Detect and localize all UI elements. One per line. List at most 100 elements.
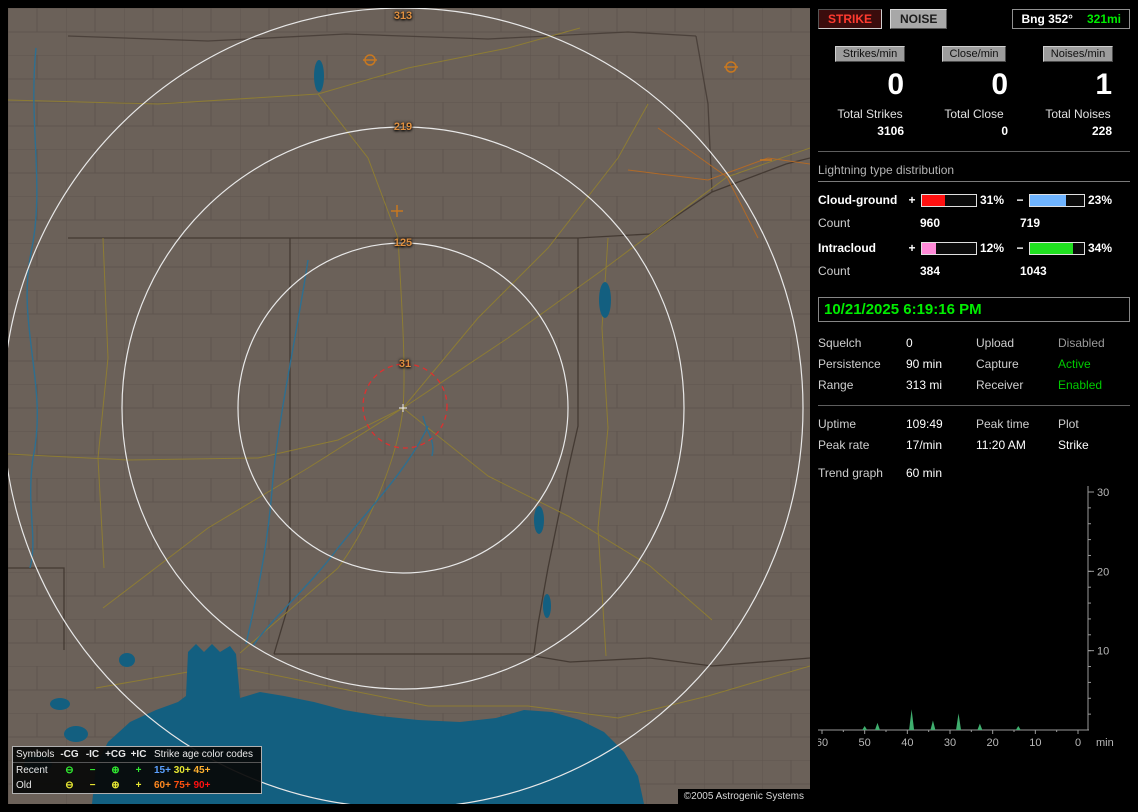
noise-button[interactable]: NOISE — [890, 9, 947, 29]
svg-text:30: 30 — [1097, 487, 1109, 499]
squelch-value: 0 — [906, 336, 976, 350]
mode-row: STRIKE NOISE Bng 352° 321mi — [818, 8, 1130, 30]
pos-ic-recent-icon: + — [127, 765, 150, 776]
cg-negative-bar — [1029, 194, 1085, 207]
bearing-range: 321mi — [1087, 12, 1121, 26]
close-per-min-value: 0 — [922, 68, 1026, 102]
ic-negative-pct: 34% — [1088, 241, 1122, 255]
upload-status: Disabled — [1058, 336, 1130, 350]
upload-label: Upload — [976, 336, 1058, 350]
plot-mode-value: Strike — [1058, 438, 1130, 452]
svg-text:60: 60 — [818, 737, 828, 749]
total-strikes-label: Total Strikes — [818, 107, 922, 121]
noises-per-min-chip[interactable]: Noises/min — [1043, 46, 1113, 62]
datetime-display: 10/21/2025 6:19:16 PM — [818, 297, 1130, 322]
trend-header: Trend graph 60 min — [818, 466, 1130, 480]
range-label: Range — [818, 378, 906, 392]
cloud-ground-row: Cloud-ground + 31% − 23% — [818, 193, 1130, 207]
ic-negative-count: 1043 — [1020, 264, 1130, 278]
divider — [818, 151, 1130, 152]
peak-time-label: Peak time — [976, 417, 1058, 431]
trend-graph-label: Trend graph — [818, 466, 906, 480]
cg-negative-pct: 23% — [1088, 193, 1122, 207]
uptime-label: Uptime — [818, 417, 906, 431]
capture-status: Active — [1058, 357, 1130, 371]
intracloud-counts: Count 384 1043 — [818, 264, 1130, 278]
pos-ic-old-icon: + — [127, 780, 150, 791]
squelch-label: Squelch — [818, 336, 906, 350]
trend-window-value: 60 min — [906, 466, 1130, 480]
datetime-text: 10/21/2025 6:19:16 PM — [824, 301, 982, 318]
svg-text:min: min — [1096, 737, 1114, 749]
pos-cg-recent-icon: ⊕ — [104, 765, 127, 776]
strikes-rate-column: Strikes/min 0 Total Strikes 3106 — [818, 46, 922, 138]
neg-cg-old-icon: ⊖ — [58, 780, 81, 791]
strikes-per-min-chip[interactable]: Strikes/min — [835, 46, 905, 62]
age-15: 15+ — [154, 765, 171, 776]
ic-positive-bar — [921, 242, 977, 255]
intracloud-label: Intracloud — [818, 241, 906, 255]
svg-text:40: 40 — [901, 737, 913, 749]
lightning-map[interactable]: 313 219 125 31 Symbols -CG -IC +CG +IC S… — [8, 8, 810, 804]
bearing-label: Bng 352° — [1021, 12, 1072, 26]
peak-time-value: 11:20 AM — [976, 438, 1058, 452]
legend-col-neg-cg: -CG — [58, 749, 81, 760]
legend-col-pos-ic: +IC — [127, 749, 150, 760]
neg-cg-recent-icon: ⊖ — [58, 765, 81, 776]
intracloud-row: Intracloud + 12% − 34% — [818, 241, 1130, 255]
cloud-ground-label: Cloud-ground — [818, 193, 906, 207]
total-close-value: 0 — [922, 124, 1026, 138]
settings-grid: Squelch 0 Upload Disabled Persistence 90… — [818, 336, 1130, 392]
distribution-title: Lightning type distribution — [818, 163, 1130, 182]
cg-positive-count: 960 — [920, 216, 1020, 230]
control-panel: STRIKE NOISE Bng 352° 321mi Strikes/min … — [818, 8, 1130, 804]
neg-ic-old-icon: − — [81, 780, 104, 791]
total-strikes-value: 3106 — [818, 124, 922, 138]
receiver-status: Enabled — [1058, 378, 1130, 392]
close-per-min-chip[interactable]: Close/min — [942, 46, 1007, 62]
close-rate-column: Close/min 0 Total Close 0 — [922, 46, 1026, 138]
ic-negative-bar — [1029, 242, 1085, 255]
cloud-ground-counts: Count 960 719 — [818, 216, 1130, 230]
legend-recent-label: Recent — [16, 765, 58, 776]
age-90: 90+ — [194, 780, 211, 791]
ic-positive-pct: 12% — [980, 241, 1014, 255]
persistence-value: 90 min — [906, 357, 976, 371]
ic-positive-count: 384 — [920, 264, 1020, 278]
strike-button[interactable]: STRIKE — [818, 9, 882, 29]
rates-row: Strikes/min 0 Total Strikes 3106 Close/m… — [818, 46, 1130, 138]
persistence-label: Persistence — [818, 357, 906, 371]
trend-graph: 1020306050403020100min — [818, 482, 1130, 750]
pos-cg-old-icon: ⊕ — [104, 780, 127, 791]
stats-grid: Uptime 109:49 Peak time Plot Peak rate 1… — [818, 417, 1130, 452]
copyright-notice: ©2005 Astrogenic Systems — [678, 789, 810, 804]
svg-text:10: 10 — [1097, 646, 1109, 658]
legend-symbols-title: Symbols — [16, 749, 58, 760]
receiver-label: Receiver — [976, 378, 1058, 392]
count-label: Count — [818, 216, 920, 230]
strikes-per-min-value: 0 — [818, 68, 922, 102]
cg-positive-pct: 31% — [980, 193, 1014, 207]
strike-legend: Symbols -CG -IC +CG +IC Strike age color… — [12, 746, 262, 794]
svg-text:50: 50 — [859, 737, 871, 749]
noises-per-min-value: 1 — [1026, 68, 1130, 102]
legend-col-neg-ic: -IC — [81, 749, 104, 760]
map-canvas — [8, 8, 810, 804]
total-close-label: Total Close — [922, 107, 1026, 121]
divider — [818, 405, 1130, 406]
noises-rate-column: Noises/min 1 Total Noises 228 — [1026, 46, 1130, 138]
bearing-display: Bng 352° 321mi — [1012, 9, 1130, 29]
range-value: 313 mi — [906, 378, 976, 392]
svg-text:0: 0 — [1075, 737, 1081, 749]
svg-text:20: 20 — [987, 737, 999, 749]
peak-rate-label: Peak rate — [818, 438, 906, 452]
plot-label: Plot — [1058, 417, 1130, 431]
plus-sign: + — [906, 241, 918, 255]
age-30: 30+ — [174, 765, 191, 776]
plus-sign: + — [906, 193, 918, 207]
legend-old-label: Old — [16, 780, 58, 791]
cg-positive-bar — [921, 194, 977, 207]
legend-ages-title: Strike age color codes — [150, 749, 258, 760]
total-noises-value: 228 — [1026, 124, 1130, 138]
peak-rate-value: 17/min — [906, 438, 976, 452]
